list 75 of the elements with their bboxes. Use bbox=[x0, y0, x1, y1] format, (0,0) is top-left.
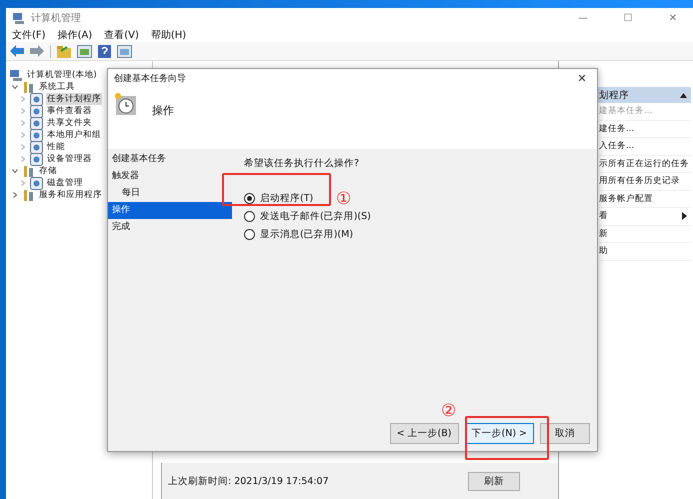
wizard-step: 操作 bbox=[108, 202, 232, 219]
radio-label[interactable]: 发送电子邮件(已弃用)(S) bbox=[260, 210, 371, 223]
expand-chevron-icon[interactable] bbox=[12, 168, 18, 174]
node-icon bbox=[30, 176, 43, 190]
tree-item[interactable]: 磁盘管理 bbox=[46, 177, 84, 189]
wizard-step: 触发器 bbox=[108, 168, 232, 185]
node-icon bbox=[30, 116, 43, 130]
question-text: 希望该任务执行什么操作? bbox=[244, 157, 360, 170]
tree-item[interactable]: 设备管理器 bbox=[46, 153, 93, 165]
dialog-button[interactable]: < 上一步(B) bbox=[390, 423, 458, 444]
panel-icon[interactable] bbox=[117, 44, 132, 58]
tools-icon bbox=[22, 188, 35, 202]
radio-label[interactable]: 启动程序(T) bbox=[260, 192, 314, 205]
node-icon bbox=[30, 128, 43, 142]
dialog-title: 创建基本任务向导 bbox=[114, 72, 186, 84]
annotation-number: ① bbox=[336, 189, 352, 209]
forward-arrow-icon[interactable] bbox=[30, 45, 44, 57]
action-item[interactable]: 用所有任务历史记录 bbox=[599, 175, 680, 188]
computer-icon bbox=[10, 68, 23, 82]
dialog-button[interactable]: 取消 bbox=[540, 423, 590, 444]
tree-item[interactable]: 本地用户和组 bbox=[46, 129, 102, 141]
node-icon bbox=[30, 140, 43, 154]
dialog-heading: 操作 bbox=[152, 103, 174, 118]
tree-item[interactable]: 事件查看器 bbox=[46, 105, 93, 117]
menu-item[interactable]: 帮助(H) bbox=[150, 28, 186, 42]
action-item[interactable]: 服务帐户配置 bbox=[599, 192, 653, 205]
help-icon[interactable] bbox=[98, 44, 111, 58]
tree-item[interactable]: 任务计划程序 bbox=[46, 93, 102, 105]
folder-icon[interactable] bbox=[57, 44, 71, 58]
collapsed-chevron-icon[interactable] bbox=[20, 180, 26, 186]
action-item[interactable]: 建任务... bbox=[599, 122, 634, 135]
window-control[interactable]: — bbox=[563, 12, 603, 24]
last-refresh-text: 上次刷新时间: 2021/3/19 17:54:07 bbox=[168, 474, 329, 488]
node-icon bbox=[30, 104, 43, 118]
tools-icon bbox=[22, 80, 35, 94]
radio-button[interactable] bbox=[244, 193, 255, 204]
panel-icon[interactable] bbox=[77, 44, 92, 58]
tree-item[interactable]: 服务和应用程序 bbox=[38, 189, 103, 201]
tree-item[interactable]: 存储 bbox=[38, 165, 58, 177]
refresh-button[interactable]: 刷新 bbox=[468, 472, 520, 490]
action-item[interactable]: 助 bbox=[599, 245, 608, 258]
submenu-arrow-icon[interactable] bbox=[682, 212, 687, 220]
radio-label[interactable]: 显示消息(已弃用)(M) bbox=[260, 228, 354, 241]
actions-header[interactable]: 划程序 bbox=[599, 88, 629, 102]
action-item[interactable]: 入任务... bbox=[599, 140, 634, 152]
menu-item[interactable]: 文件(F) bbox=[12, 28, 46, 42]
expand-chevron-icon[interactable] bbox=[12, 84, 18, 90]
clock-icon bbox=[114, 93, 138, 117]
wizard-step: 每日 bbox=[108, 185, 232, 202]
computer-icon bbox=[12, 11, 26, 25]
back-arrow-icon[interactable] bbox=[10, 45, 24, 57]
annotation-number: ② bbox=[441, 401, 456, 421]
tools-icon bbox=[22, 164, 35, 178]
action-item[interactable]: 示所有正在运行的任务 bbox=[599, 158, 689, 170]
radio-button[interactable] bbox=[244, 211, 255, 222]
wizard-step: 完成 bbox=[108, 219, 232, 236]
action-item[interactable]: 新 bbox=[599, 228, 608, 240]
node-icon bbox=[30, 152, 43, 166]
window-control[interactable]: ✕ bbox=[653, 12, 693, 24]
tree-item[interactable]: 性能 bbox=[46, 141, 66, 153]
close-button[interactable]: ✕ bbox=[567, 70, 597, 86]
wizard-step: 创建基本任务 bbox=[108, 151, 232, 168]
dialog-button[interactable]: 下一步(N) > bbox=[464, 423, 534, 444]
window-title: 计算机管理 bbox=[31, 12, 81, 25]
expand-chevron-icon[interactable] bbox=[12, 192, 18, 198]
tree-item[interactable]: 系统工具 bbox=[38, 81, 76, 93]
node-icon bbox=[30, 92, 43, 106]
action-item[interactable]: 看 bbox=[599, 210, 608, 222]
tree-item[interactable]: 共享文件夹 bbox=[46, 117, 93, 129]
radio-button[interactable] bbox=[244, 229, 255, 240]
window-control[interactable]: ☐ bbox=[608, 12, 648, 24]
menu-item[interactable]: 查看(V) bbox=[104, 28, 139, 42]
collapse-arrow-icon[interactable] bbox=[680, 92, 687, 98]
menu-item[interactable]: 操作(A) bbox=[58, 28, 92, 42]
tree-item[interactable]: 计算机管理(本地) bbox=[26, 69, 98, 81]
